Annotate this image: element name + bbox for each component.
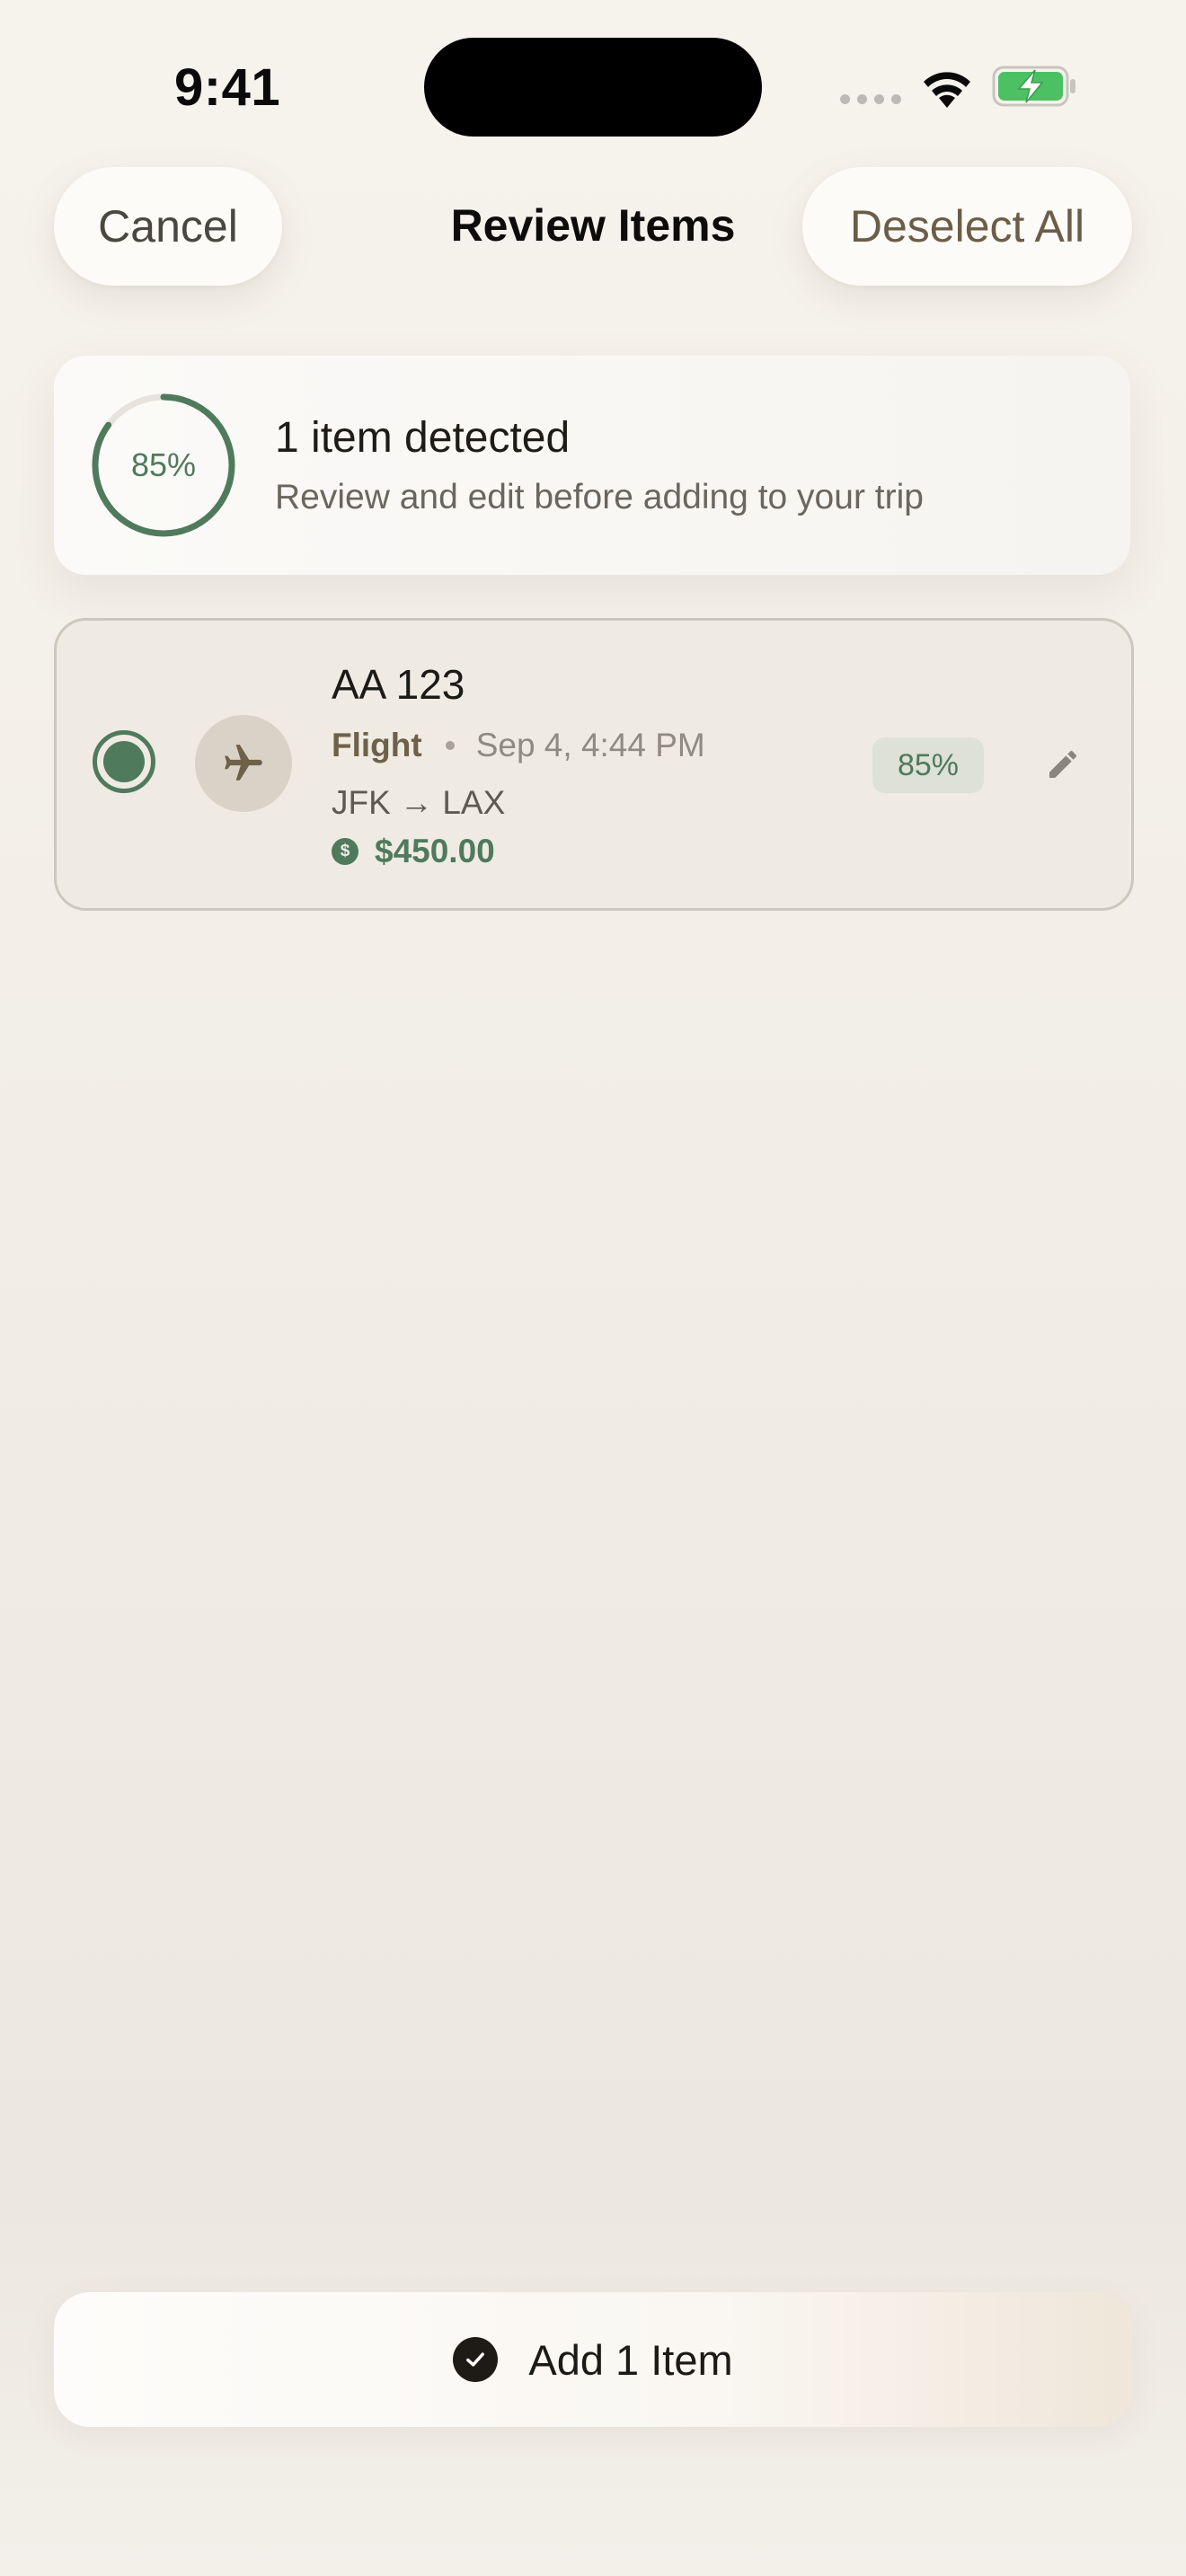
separator-dot <box>445 741 455 750</box>
battery-charging-icon <box>992 66 1075 107</box>
selection-radio[interactable] <box>93 730 155 793</box>
item-date: Sep 4, 4:44 PM <box>475 727 705 763</box>
dollar-icon: $ <box>332 838 358 865</box>
checkmark-icon <box>466 2352 485 2367</box>
deselect-all-button[interactable]: Deselect All <box>802 167 1132 286</box>
item-route: JFK → LAX <box>332 784 506 821</box>
airplane-icon <box>225 745 262 781</box>
radio-selected-indicator <box>103 741 145 782</box>
confidence-badge: 85% <box>872 737 984 793</box>
item-price-row: $ $450.00 <box>332 833 495 870</box>
item-title: AA 123 <box>332 661 465 708</box>
item-type-label: Flight <box>332 727 422 763</box>
list-item[interactable]: AA 123 Flight Sep 4, 4:44 PM JFK → LAX $… <box>54 618 1134 911</box>
add-items-button[interactable]: Add 1 Item <box>54 2292 1132 2427</box>
add-items-label: Add 1 Item <box>528 2335 733 2384</box>
summary-subtitle: Review and edit before adding to your tr… <box>275 478 924 516</box>
edit-item-button[interactable] <box>1036 737 1090 791</box>
item-price: $450.00 <box>375 833 495 869</box>
item-meta: Flight Sep 4, 4:44 PM <box>332 727 705 764</box>
confidence-percent: 85% <box>130 446 197 483</box>
detection-summary-card: 85% 1 item detected Review and edit befo… <box>54 356 1130 575</box>
wifi-icon <box>924 72 970 108</box>
cellular-signal-icon <box>840 94 901 104</box>
checkmark-circle-icon <box>453 2337 499 2382</box>
item-type-badge <box>195 715 292 812</box>
dynamic-island <box>424 38 762 137</box>
pencil-icon <box>1049 750 1077 778</box>
summary-title: 1 item detected <box>275 414 571 462</box>
status-time: 9:41 <box>174 58 281 117</box>
